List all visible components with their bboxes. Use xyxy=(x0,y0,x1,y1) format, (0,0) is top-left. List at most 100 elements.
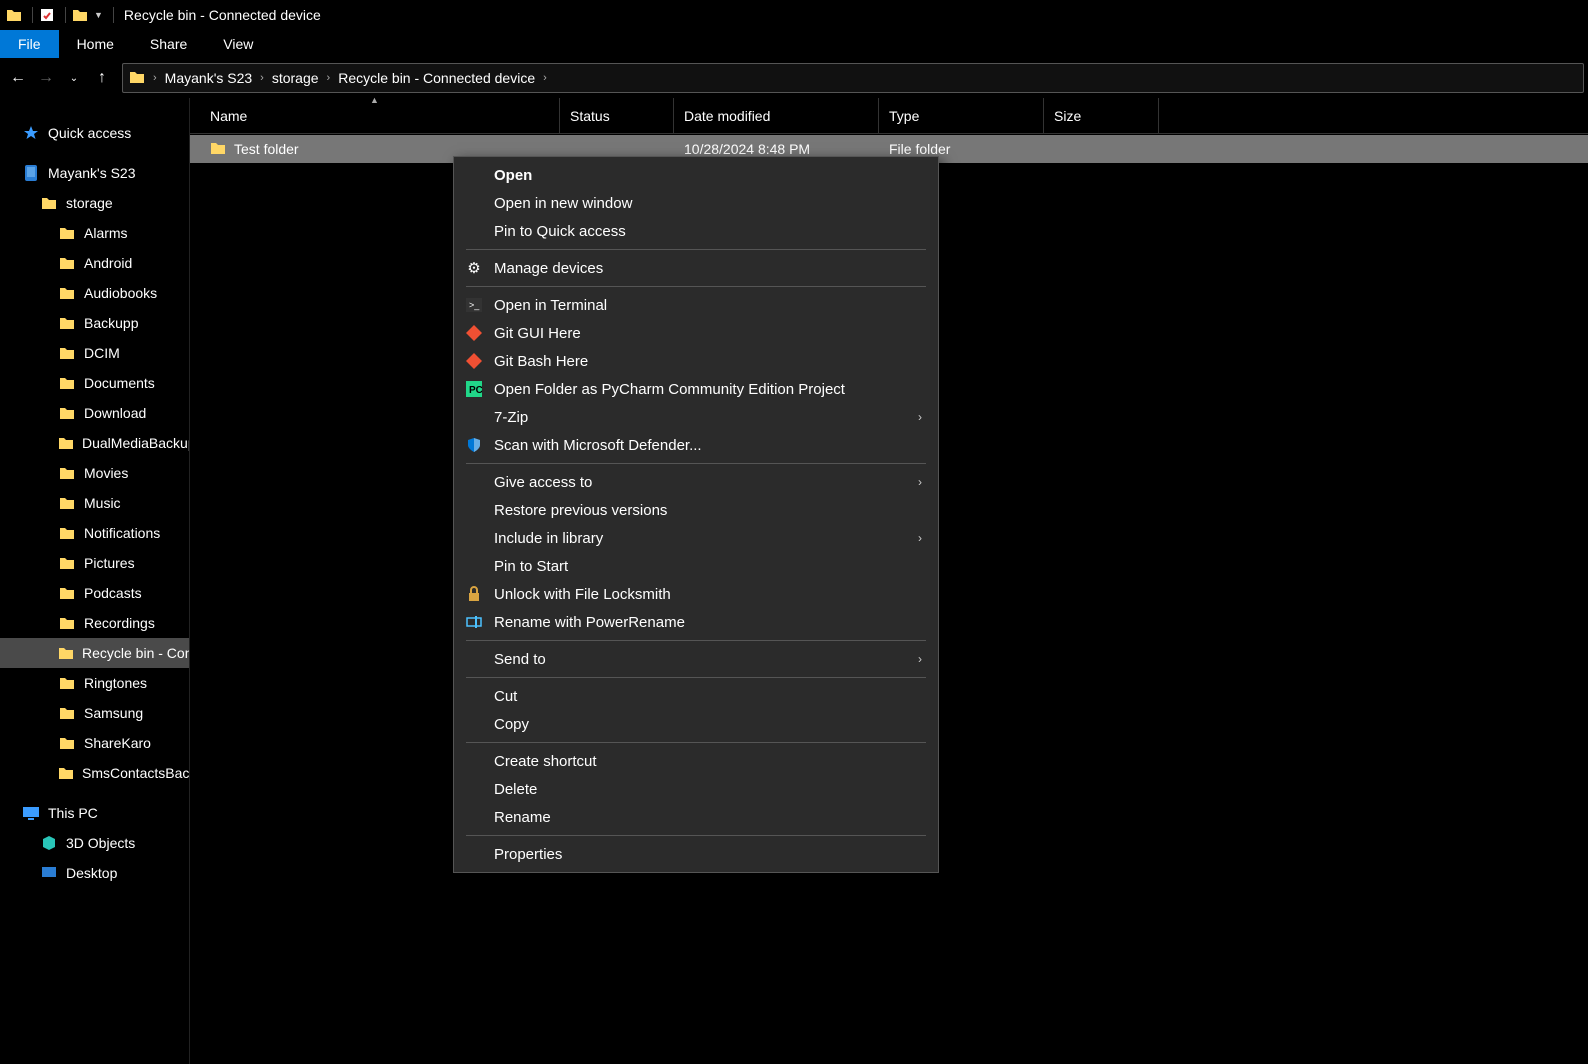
context-menu: Open Open in new window Pin to Quick acc… xyxy=(453,156,939,873)
ctx-create-shortcut[interactable]: Create shortcut xyxy=(454,747,938,775)
tree-folder-item[interactable]: Podcasts xyxy=(0,578,189,608)
folder-icon xyxy=(58,764,74,782)
folder-icon xyxy=(58,464,76,482)
tree-this-pc[interactable]: This PC xyxy=(0,798,189,828)
tab-file[interactable]: File xyxy=(0,30,59,58)
tree-folder-item[interactable]: Documents xyxy=(0,368,189,398)
ctx-restore-versions[interactable]: Restore previous versions xyxy=(454,496,938,524)
ctx-file-locksmith[interactable]: Unlock with File Locksmith xyxy=(454,580,938,608)
folder-icon xyxy=(58,704,76,722)
ctx-manage-devices[interactable]: ⚙Manage devices xyxy=(454,254,938,282)
breadcrumb-item[interactable]: Recycle bin - Connected device xyxy=(338,70,535,86)
ctx-open[interactable]: Open xyxy=(454,161,938,189)
tree-label: Android xyxy=(84,255,132,271)
tree-folder-item[interactable]: Samsung xyxy=(0,698,189,728)
tree-label: This PC xyxy=(48,805,98,821)
ctx-powerrename[interactable]: Rename with PowerRename xyxy=(454,608,938,636)
ctx-cut[interactable]: Cut xyxy=(454,682,938,710)
gear-icon: ⚙ xyxy=(464,258,484,278)
breadcrumb-item[interactable]: storage xyxy=(272,70,319,86)
folder-icon xyxy=(58,344,76,362)
folder-icon[interactable] xyxy=(70,5,90,25)
tree-desktop[interactable]: Desktop xyxy=(0,858,189,888)
cell-size xyxy=(1044,135,1159,163)
tree-3d-objects[interactable]: 3D Objects xyxy=(0,828,189,858)
ctx-defender[interactable]: Scan with Microsoft Defender... xyxy=(454,431,938,459)
column-size[interactable]: Size xyxy=(1044,98,1159,133)
tree-folder-item[interactable]: Movies xyxy=(0,458,189,488)
tree-label: DualMediaBackup xyxy=(82,435,189,451)
folder-icon xyxy=(129,70,145,87)
breadcrumb-bar[interactable]: › Mayank's S23 › storage › Recycle bin -… xyxy=(122,63,1584,93)
column-date[interactable]: Date modified xyxy=(674,98,879,133)
ctx-give-access[interactable]: Give access to› xyxy=(454,468,938,496)
tree-folder-item[interactable]: Notifications xyxy=(0,518,189,548)
ctx-include-library[interactable]: Include in library› xyxy=(454,524,938,552)
ctx-copy[interactable]: Copy xyxy=(454,710,938,738)
separator xyxy=(466,463,926,464)
chevron-right-icon[interactable]: › xyxy=(153,72,157,84)
ctx-git-gui[interactable]: Git GUI Here xyxy=(454,319,938,347)
separator xyxy=(65,7,66,23)
tree-folder-item[interactable]: Recordings xyxy=(0,608,189,638)
recent-dropdown[interactable]: ⌄ xyxy=(60,64,88,92)
tree-label: Pictures xyxy=(84,555,135,571)
git-icon xyxy=(464,351,484,371)
folder-icon xyxy=(58,524,76,542)
dropdown-icon[interactable]: ▼ xyxy=(94,10,103,20)
column-type[interactable]: Type xyxy=(879,98,1044,133)
back-button[interactable]: ← xyxy=(4,64,32,92)
chevron-right-icon[interactable]: › xyxy=(327,72,331,84)
tree-folder-item[interactable]: Music xyxy=(0,488,189,518)
tree-device[interactable]: Mayank's S23 xyxy=(0,158,189,188)
tree-folder-item[interactable]: Pictures xyxy=(0,548,189,578)
tree-folder-item[interactable]: Recycle bin - Connected device xyxy=(0,638,189,668)
tree-folder-item[interactable]: Alarms xyxy=(0,218,189,248)
tab-home[interactable]: Home xyxy=(59,30,132,58)
tree-folder-item[interactable]: Android xyxy=(0,248,189,278)
forward-button[interactable]: → xyxy=(32,64,60,92)
tab-view[interactable]: View xyxy=(205,30,271,58)
tree-folder-item[interactable]: ShareKaro xyxy=(0,728,189,758)
breadcrumb-item[interactable]: Mayank's S23 xyxy=(165,70,253,86)
ctx-delete[interactable]: Delete xyxy=(454,775,938,803)
chevron-right-icon[interactable]: › xyxy=(543,72,547,84)
ctx-pin-quick-access[interactable]: Pin to Quick access xyxy=(454,217,938,245)
tree-folder-item[interactable]: Ringtones xyxy=(0,668,189,698)
tree-folder-item[interactable]: DualMediaBackup xyxy=(0,428,189,458)
tree-folder-item[interactable]: Backupp xyxy=(0,308,189,338)
properties-icon[interactable] xyxy=(37,5,57,25)
tree-label: DCIM xyxy=(84,345,120,361)
ctx-git-bash[interactable]: Git Bash Here xyxy=(454,347,938,375)
tree-label: Notifications xyxy=(84,525,160,541)
ctx-send-to[interactable]: Send to› xyxy=(454,645,938,673)
tree-storage[interactable]: storage xyxy=(0,188,189,218)
chevron-right-icon: › xyxy=(918,652,922,666)
tree-folder-item[interactable]: SmsContactsBackup xyxy=(0,758,189,788)
ctx-open-terminal[interactable]: >_Open in Terminal xyxy=(454,291,938,319)
tree-label: 3D Objects xyxy=(66,835,135,851)
chevron-right-icon: › xyxy=(918,410,922,424)
tree-folder-item[interactable]: DCIM xyxy=(0,338,189,368)
ctx-rename[interactable]: Rename xyxy=(454,803,938,831)
up-button[interactable]: ↑ xyxy=(88,64,116,92)
separator xyxy=(466,249,926,250)
terminal-icon: >_ xyxy=(464,295,484,315)
tree-label: Podcasts xyxy=(84,585,142,601)
tab-share[interactable]: Share xyxy=(132,30,205,58)
tree-label: Documents xyxy=(84,375,155,391)
column-status[interactable]: Status xyxy=(560,98,674,133)
ctx-open-new-window[interactable]: Open in new window xyxy=(454,189,938,217)
folder-icon xyxy=(58,254,76,272)
ctx-7zip[interactable]: 7-Zip› xyxy=(454,403,938,431)
tree-folder-item[interactable]: Audiobooks xyxy=(0,278,189,308)
ctx-pycharm[interactable]: PCOpen Folder as PyCharm Community Editi… xyxy=(454,375,938,403)
tree-label: Alarms xyxy=(84,225,128,241)
ctx-pin-start[interactable]: Pin to Start xyxy=(454,552,938,580)
ctx-properties[interactable]: Properties xyxy=(454,840,938,868)
tree-folder-item[interactable]: Download xyxy=(0,398,189,428)
chevron-right-icon: › xyxy=(918,475,922,489)
tree-quick-access[interactable]: Quick access xyxy=(0,118,189,148)
chevron-right-icon[interactable]: › xyxy=(260,72,264,84)
column-name[interactable]: ▲Name xyxy=(190,98,560,133)
